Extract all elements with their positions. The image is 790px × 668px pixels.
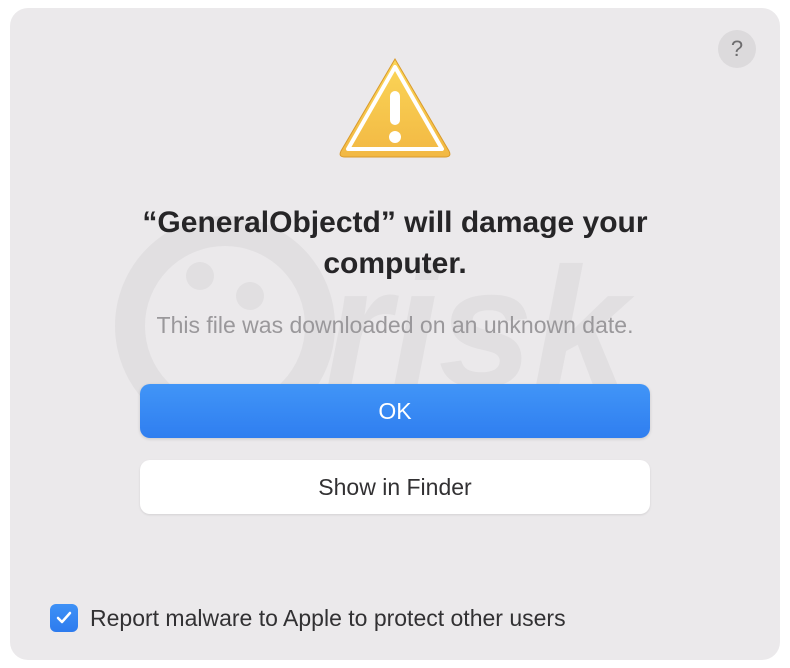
help-icon: ? — [731, 36, 743, 62]
show-in-finder-button[interactable]: Show in Finder — [140, 460, 650, 514]
warning-icon — [335, 53, 455, 163]
report-malware-row: Report malware to Apple to protect other… — [50, 604, 566, 632]
help-button[interactable]: ? — [718, 30, 756, 68]
ok-button[interactable]: OK — [140, 384, 650, 438]
dialog-title: “GeneralObjectd” will damage your comput… — [125, 203, 665, 284]
report-malware-label: Report malware to Apple to protect other… — [90, 605, 566, 632]
dialog-subtitle: This file was downloaded on an unknown d… — [157, 312, 634, 339]
checkmark-icon — [55, 609, 73, 627]
button-container: OK Show in Finder — [140, 384, 650, 514]
alert-dialog: risk .com ? “GeneralObjectd” will damage… — [10, 8, 780, 660]
report-malware-checkbox[interactable] — [50, 604, 78, 632]
